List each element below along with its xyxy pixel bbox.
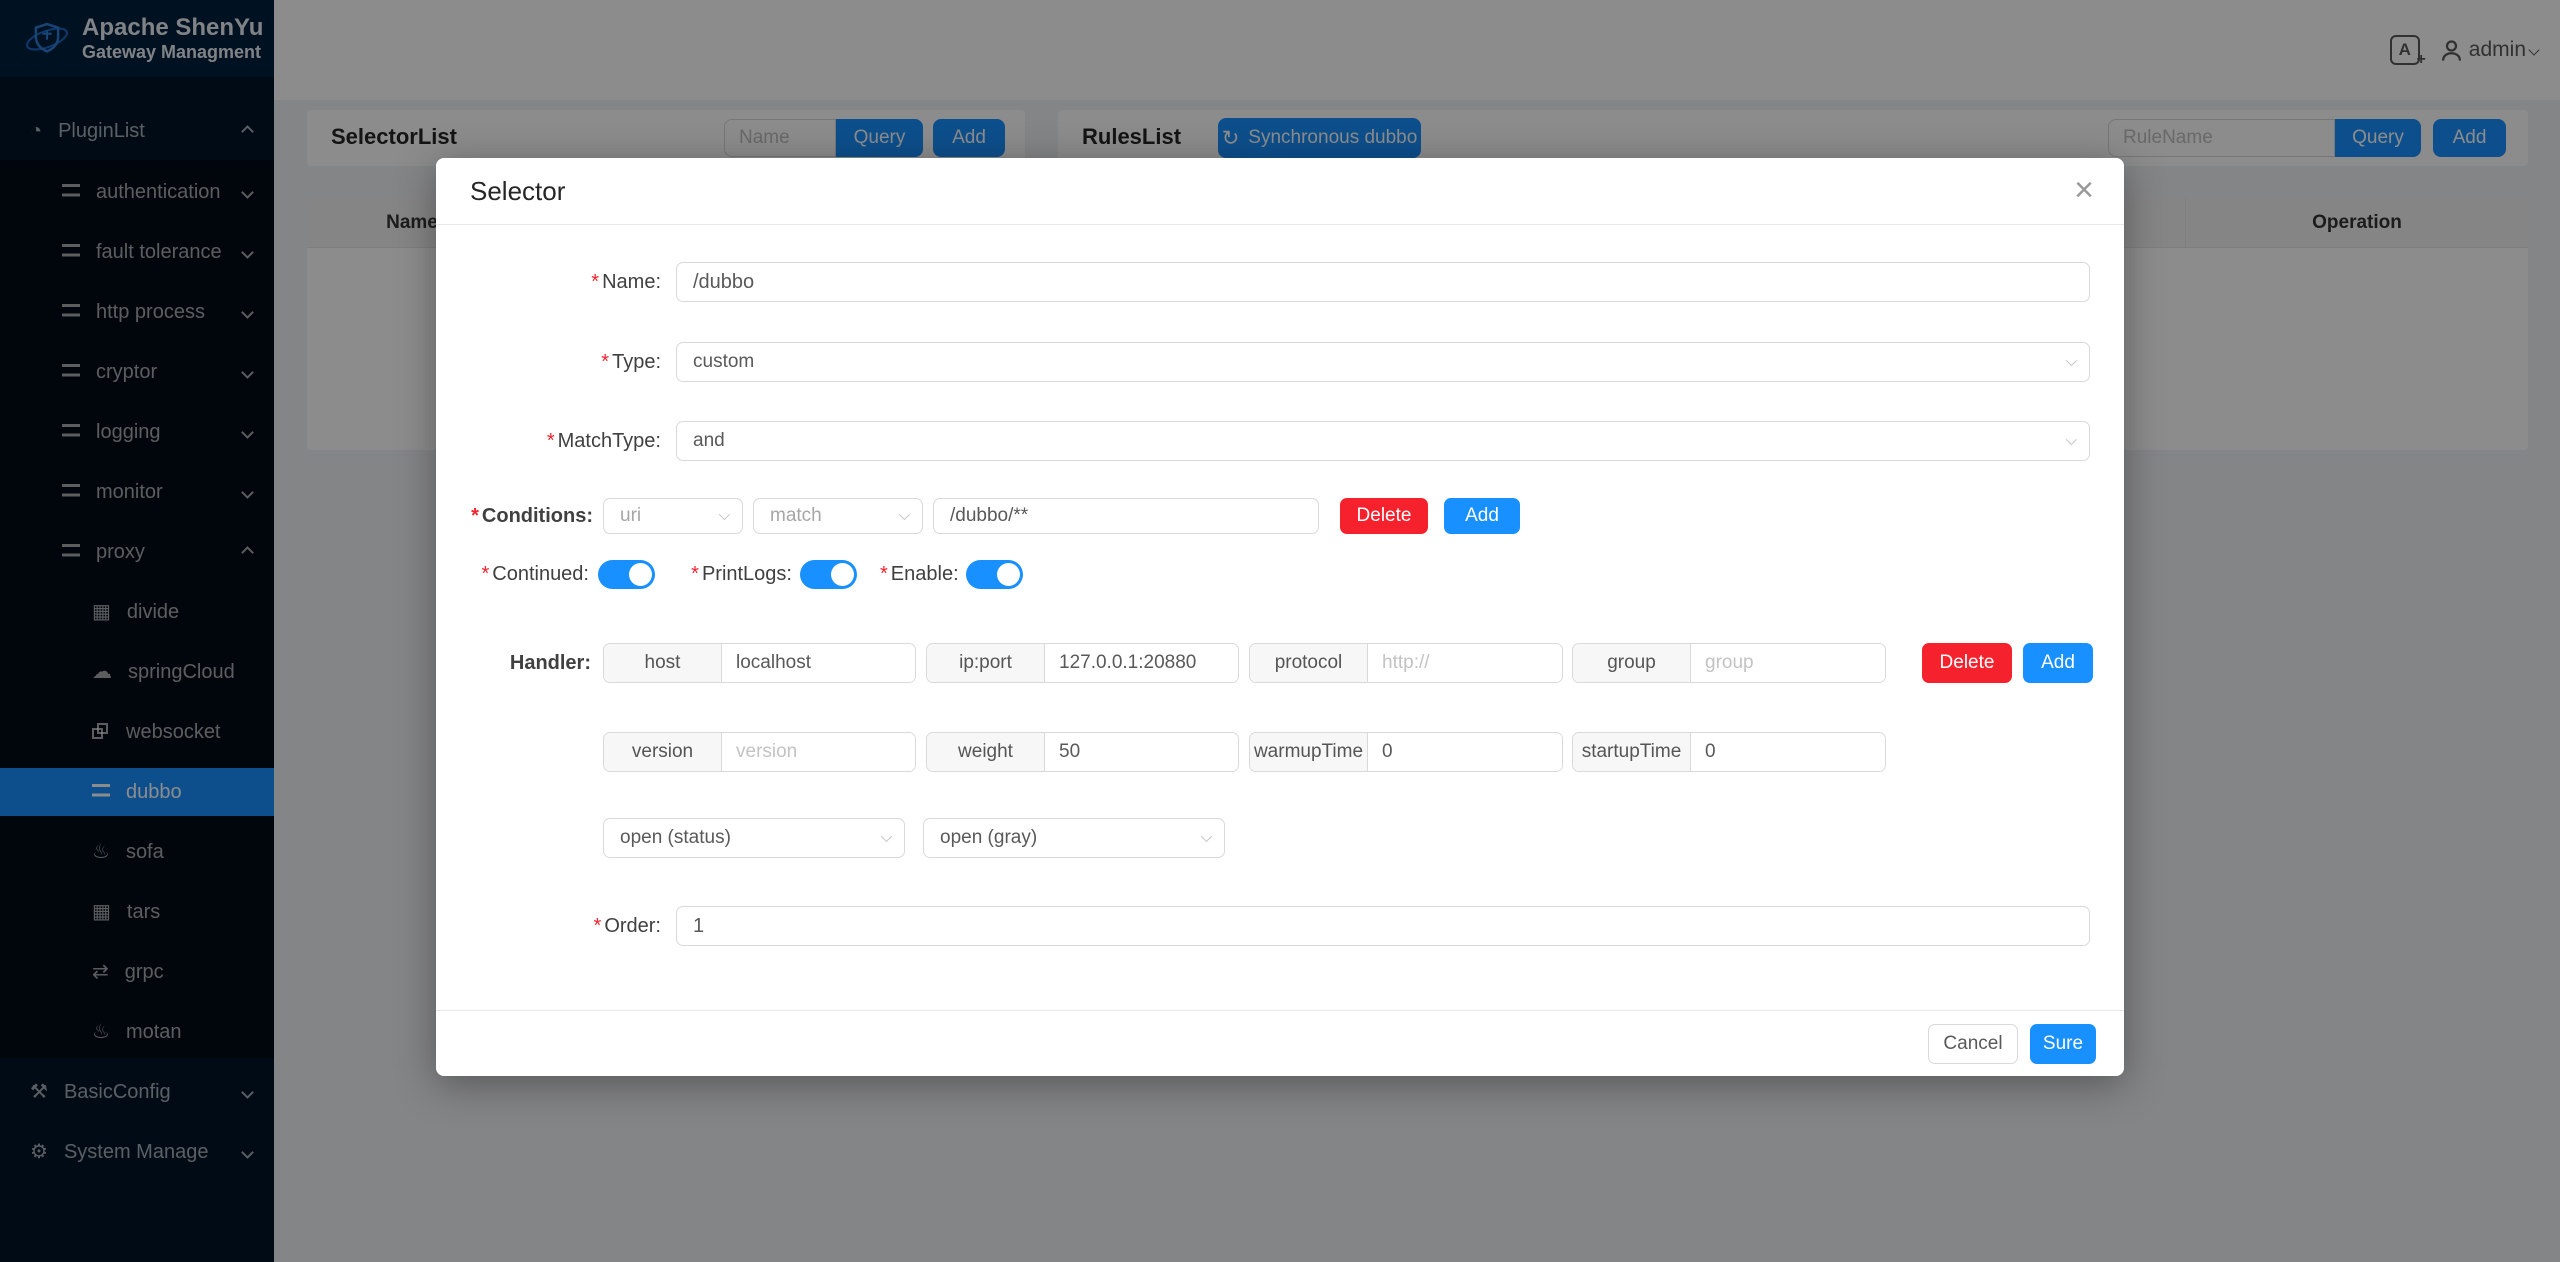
switch-knob bbox=[831, 563, 854, 586]
condition-param-value: uri bbox=[620, 505, 641, 527]
required-asterisk: * bbox=[547, 430, 555, 452]
group-input[interactable] bbox=[1691, 644, 1885, 682]
protocol-addon-label: protocol bbox=[1250, 644, 1368, 682]
handler-row-1: Handler: host ip:port protocol group Del… bbox=[436, 643, 2124, 683]
required-asterisk: * bbox=[880, 563, 888, 585]
type-select[interactable]: custom bbox=[676, 342, 2090, 382]
printlogs-label: *PrintLogs: bbox=[676, 560, 792, 589]
required-asterisk: * bbox=[591, 271, 599, 293]
type-select-value: custom bbox=[693, 351, 754, 373]
chevron-down-icon bbox=[2066, 355, 2077, 366]
host-input[interactable] bbox=[722, 644, 915, 682]
type-label: *Type: bbox=[436, 342, 661, 382]
handler-startup-group: startupTime bbox=[1572, 732, 1886, 772]
version-addon-label: version bbox=[604, 733, 722, 771]
host-addon-label: host bbox=[604, 644, 722, 682]
toggles-row: *Continued: *PrintLogs: *Enable: bbox=[436, 560, 2124, 589]
warmuptime-input[interactable] bbox=[1368, 733, 1562, 771]
chevron-down-icon bbox=[899, 509, 910, 520]
order-field-row: *Order: bbox=[436, 906, 2124, 946]
switch-knob bbox=[629, 563, 652, 586]
required-asterisk: * bbox=[601, 351, 609, 373]
handler-status-row: open (status) open (gray) bbox=[436, 818, 2124, 858]
group-addon-label: group bbox=[1573, 644, 1691, 682]
status-select-value: open (status) bbox=[620, 827, 731, 849]
warmuptime-addon-label: warmupTime bbox=[1250, 733, 1368, 771]
chevron-down-icon bbox=[719, 509, 730, 520]
condition-add-button[interactable]: Add bbox=[1444, 498, 1520, 534]
type-field-row: *Type: custom bbox=[436, 342, 2124, 382]
continued-label: *Continued: bbox=[476, 560, 589, 589]
name-input[interactable] bbox=[676, 262, 2090, 302]
handler-ipport-group: ip:port bbox=[926, 643, 1239, 683]
modal-header: Selector × bbox=[436, 158, 2124, 225]
condition-param-select[interactable]: uri bbox=[603, 498, 743, 534]
name-field-row: *Name: bbox=[436, 262, 2124, 302]
condition-operator-select[interactable]: match bbox=[753, 498, 923, 534]
sure-button[interactable]: Sure bbox=[2030, 1024, 2096, 1064]
required-asterisk: * bbox=[691, 563, 699, 585]
close-icon[interactable]: × bbox=[2062, 168, 2106, 212]
printlogs-toggle[interactable] bbox=[800, 560, 857, 589]
required-asterisk: * bbox=[471, 505, 479, 527]
chevron-down-icon bbox=[881, 831, 892, 842]
matchtype-field-row: *MatchType: and bbox=[436, 421, 2124, 461]
matchtype-label: *MatchType: bbox=[436, 421, 661, 461]
order-input[interactable] bbox=[676, 906, 2090, 946]
chevron-down-icon bbox=[1201, 831, 1212, 842]
handler-version-group: version bbox=[603, 732, 916, 772]
switch-knob bbox=[997, 563, 1020, 586]
status-select[interactable]: open (status) bbox=[603, 818, 905, 858]
continued-toggle[interactable] bbox=[598, 560, 655, 589]
gray-select-value: open (gray) bbox=[940, 827, 1037, 849]
handler-add-button[interactable]: Add bbox=[2023, 643, 2093, 683]
weight-addon-label: weight bbox=[927, 733, 1045, 771]
conditions-label: *Conditions: bbox=[436, 498, 593, 534]
required-asterisk: * bbox=[594, 915, 602, 937]
chevron-down-icon bbox=[2066, 434, 2077, 445]
ipport-input[interactable] bbox=[1045, 644, 1238, 682]
gray-select[interactable]: open (gray) bbox=[923, 818, 1225, 858]
handler-delete-button[interactable]: Delete bbox=[1922, 643, 2012, 683]
handler-host-group: host bbox=[603, 643, 916, 683]
name-label: *Name: bbox=[436, 262, 661, 302]
condition-delete-button[interactable]: Delete bbox=[1340, 498, 1428, 534]
handler-row-2: version weight warmupTime startupTime bbox=[436, 732, 2124, 772]
enable-label: *Enable: bbox=[880, 560, 957, 589]
cancel-button[interactable]: Cancel bbox=[1928, 1024, 2018, 1064]
startuptime-input[interactable] bbox=[1691, 733, 1885, 771]
order-label: *Order: bbox=[436, 906, 661, 946]
required-asterisk: * bbox=[481, 563, 489, 585]
handler-label: Handler: bbox=[436, 643, 591, 683]
ipport-addon-label: ip:port bbox=[927, 644, 1045, 682]
enable-toggle[interactable] bbox=[966, 560, 1023, 589]
conditions-row: *Conditions: uri match Delete Add bbox=[436, 498, 2124, 534]
handler-protocol-group: protocol bbox=[1249, 643, 1563, 683]
protocol-input[interactable] bbox=[1368, 644, 1562, 682]
selector-modal: Selector × *Name: *Type: custom *MatchTy… bbox=[436, 158, 2124, 1076]
matchtype-select-value: and bbox=[693, 430, 725, 452]
handler-warmup-group: warmupTime bbox=[1249, 732, 1563, 772]
startuptime-addon-label: startupTime bbox=[1573, 733, 1691, 771]
modal-title: Selector bbox=[470, 158, 565, 224]
condition-operator-value: match bbox=[770, 505, 822, 527]
version-input[interactable] bbox=[722, 733, 915, 771]
handler-weight-group: weight bbox=[926, 732, 1239, 772]
weight-input[interactable] bbox=[1045, 733, 1238, 771]
matchtype-select[interactable]: and bbox=[676, 421, 2090, 461]
condition-value-input[interactable] bbox=[933, 498, 1319, 534]
handler-group-group: group bbox=[1572, 643, 1886, 683]
modal-footer: Cancel Sure bbox=[436, 1010, 2124, 1076]
